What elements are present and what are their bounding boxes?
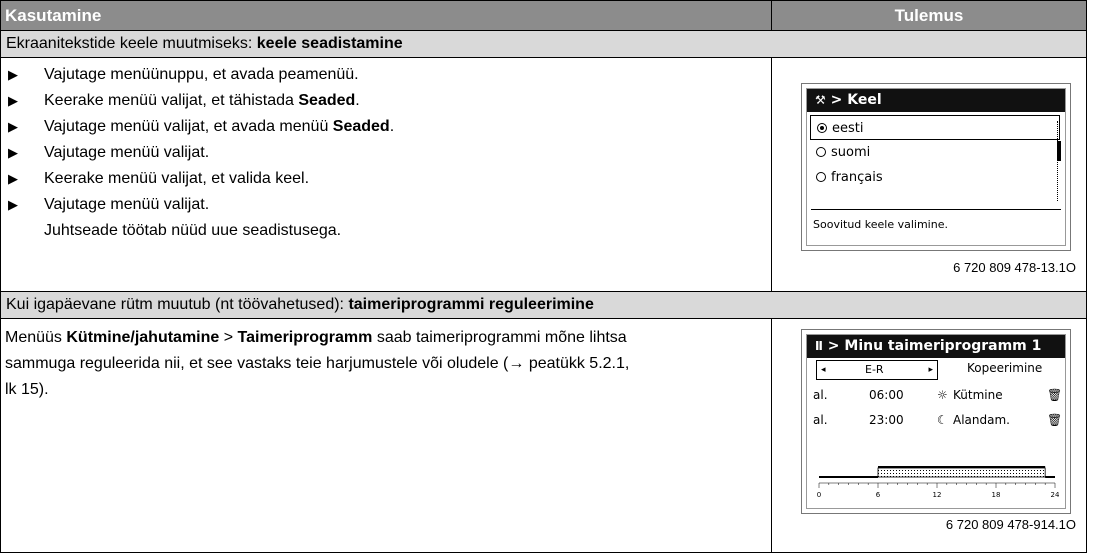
bullet-arrow-icon: ▶ bbox=[8, 197, 18, 212]
screen-hint: Soovitud keele valimine. bbox=[811, 209, 1061, 231]
language-screen-title: ⚒ > Keel bbox=[807, 89, 1065, 112]
timer-result: Ⅱ > Minu taimeriprogramm 1 ◂ E-R ▸ Kopee… bbox=[772, 319, 1086, 552]
sun-icon: ☼ bbox=[937, 388, 948, 402]
row-language: ▶ Vajutage menüünuppu, et avada peamenüü.… bbox=[1, 57, 1086, 291]
language-screen: ⚒ > Keel eesti suomi français Soovitud k… bbox=[801, 83, 1071, 251]
timer-screen-title: Ⅱ > Minu taimeriprogramm 1 bbox=[807, 335, 1065, 358]
option-label: eesti bbox=[832, 121, 864, 136]
arrow-left-icon: ◂ bbox=[821, 365, 826, 375]
language-result: ⚒ > Keel eesti suomi français Soovitud k… bbox=[772, 58, 1086, 291]
radio-selected-icon bbox=[817, 122, 827, 133]
screen-title-text: > Keel bbox=[830, 92, 882, 108]
timeline-tick-label: 0 bbox=[817, 491, 821, 499]
step-item: ▶ Vajutage menüü valijat, et avada menüü … bbox=[8, 114, 771, 140]
switch-time: 06:00 bbox=[869, 388, 904, 402]
timer-screen: Ⅱ > Minu taimeriprogramm 1 ◂ E-R ▸ Kopee… bbox=[801, 329, 1071, 514]
para-text: Menüüs bbox=[5, 329, 67, 346]
language-steps: ▶ Vajutage menüünuppu, et avada peamenüü.… bbox=[1, 58, 772, 291]
step-item: ▶ Keerake menüü valijat, et valida keel. bbox=[8, 166, 771, 192]
section-timer-bold: taimeriprogrammi reguleerimine bbox=[348, 296, 594, 313]
step-text: Vajutage menüü valijat, et avada menüü bbox=[44, 118, 333, 135]
day-selector: ◂ E-R ▸ bbox=[816, 360, 938, 380]
step-item: ▶ Keerake menüü valijat, et tähistada Sea… bbox=[8, 88, 771, 114]
language-option: suomi bbox=[810, 140, 1065, 165]
section-timer-text: Kui igapäevane rütm muutub (nt töövahetu… bbox=[6, 296, 349, 313]
step-continuation: Juhtseade töötab nüüd uue seadistusega. bbox=[44, 222, 342, 239]
step-end: . bbox=[389, 118, 395, 135]
language-option-selected: eesti bbox=[810, 115, 1060, 140]
radio-icon bbox=[816, 171, 826, 182]
wrench-icon: ⚒ bbox=[815, 93, 826, 107]
moon-icon: ☾ bbox=[937, 413, 948, 427]
step-item: ▶ Vajutage menüünuppu, et avada peamenüü. bbox=[8, 62, 771, 88]
trash-icon: 🗑 bbox=[1047, 388, 1063, 402]
scrollbar-track bbox=[1057, 121, 1059, 201]
day-selector-row: ◂ E-R ▸ Kopeerimine bbox=[807, 358, 1065, 383]
step-text: Vajutage menüü valijat. bbox=[44, 196, 210, 213]
mode-label: Kütmine bbox=[953, 388, 1003, 402]
timeline-tick-label: 12 bbox=[933, 491, 942, 499]
para-bold: Taimeriprogramm bbox=[237, 329, 373, 346]
switch-time: 23:00 bbox=[869, 413, 904, 427]
from-label: al. bbox=[813, 388, 828, 402]
para-text: sammuga reguleerida nii, et see vastaks … bbox=[5, 355, 630, 372]
instruction-table: Kasutamine Tulemus Ekraanitekstide keele… bbox=[0, 0, 1087, 553]
para-bold: Kütmine/jahutamine bbox=[66, 329, 220, 346]
arrow-right-icon: ▸ bbox=[928, 365, 933, 375]
copy-label: Kopeerimine bbox=[967, 361, 1043, 375]
section-language-bold: keele seadistamine bbox=[256, 35, 403, 52]
header-result: Tulemus bbox=[894, 6, 964, 25]
table-header: Kasutamine Tulemus bbox=[1, 1, 1086, 30]
para-text: lk 15). bbox=[5, 381, 49, 398]
scrollbar-thumb bbox=[1057, 141, 1061, 161]
option-label: français bbox=[831, 170, 883, 185]
radiator-icon: Ⅱ bbox=[815, 339, 823, 353]
bullet-arrow-icon: ▶ bbox=[8, 171, 18, 186]
header-usage: Kasutamine bbox=[1, 1, 772, 30]
timeline-bar: 0 6 12 18 24 bbox=[817, 466, 1059, 499]
section-timer: Kui igapäevane rütm muutub (nt töövahetu… bbox=[1, 291, 1086, 318]
step-text: Keerake menüü valijat, et tähistada bbox=[44, 92, 299, 109]
screen-title-text: > Minu taimeriprogramm 1 bbox=[827, 338, 1042, 354]
bullet-arrow-icon: ▶ bbox=[8, 67, 18, 82]
timeline-tick-label: 18 bbox=[992, 491, 1001, 499]
bullet-arrow-icon: ▶ bbox=[8, 145, 18, 160]
timeline-tick-label: 6 bbox=[876, 491, 881, 499]
from-label: al. bbox=[813, 413, 828, 427]
mode-label: Alandam. bbox=[953, 413, 1010, 427]
row-timer: Menüüs Kütmine/jahutamine > Taimeriprogr… bbox=[1, 318, 1086, 552]
switch-point-row: al. 23:00 ☾ Alandam. 🗑 bbox=[807, 408, 1065, 433]
step-end: . bbox=[355, 92, 360, 109]
timeline-tick-label: 24 bbox=[1051, 491, 1059, 499]
para-text: saab taimeriprogrammi mõne lihtsa bbox=[372, 329, 627, 346]
section-language: Ekraanitekstide keele muutmiseks: keele … bbox=[1, 30, 1086, 57]
para-text: > bbox=[219, 329, 238, 346]
language-option: français bbox=[810, 165, 1065, 190]
step-text: Vajutage menüü valijat. bbox=[44, 144, 210, 161]
trash-icon: 🗑 bbox=[1047, 413, 1063, 427]
bullet-arrow-icon: ▶ bbox=[8, 119, 18, 134]
timeline-heating-segment bbox=[877, 467, 1046, 478]
step-item: ▶ Vajutage menüü valijat. bbox=[8, 192, 771, 218]
step-text: Vajutage menüünuppu, et avada peamenüü. bbox=[44, 66, 359, 83]
step-text: Keerake menüü valijat, et valida keel. bbox=[44, 170, 310, 187]
radio-icon bbox=[816, 146, 826, 157]
figure-number: 6 720 809 478-914.1O bbox=[945, 517, 1076, 532]
option-label: suomi bbox=[831, 145, 871, 160]
section-language-text: Ekraanitekstide keele muutmiseks: bbox=[6, 35, 257, 52]
timer-paragraph: Menüüs Kütmine/jahutamine > Taimeriprogr… bbox=[1, 319, 772, 552]
bullet-arrow-icon: ▶ bbox=[8, 93, 18, 108]
switch-point-row: al. 06:00 ☼ Kütmine 🗑 bbox=[807, 383, 1065, 408]
day-label: E-R bbox=[865, 363, 884, 376]
step-bold: Seaded bbox=[298, 92, 356, 109]
step-item: ▶ Vajutage menüü valijat. bbox=[8, 140, 771, 166]
figure-number: 6 720 809 478-13.1O bbox=[953, 260, 1076, 275]
step-bold: Seaded bbox=[332, 118, 390, 135]
